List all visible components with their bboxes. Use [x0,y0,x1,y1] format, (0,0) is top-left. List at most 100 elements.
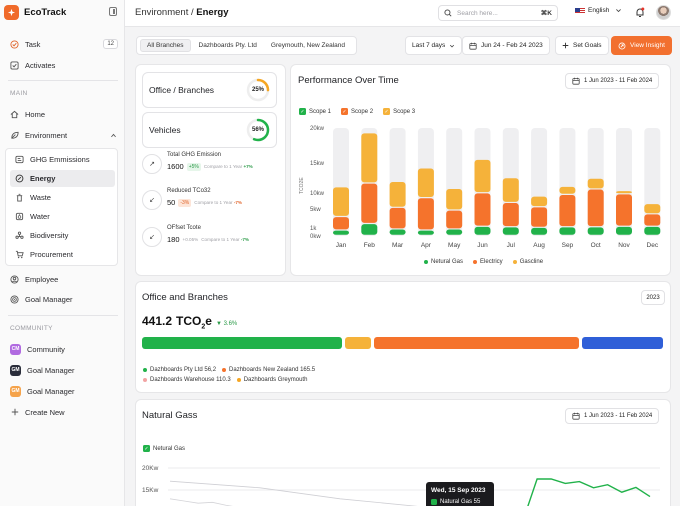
legend-label: Electricy [480,259,503,265]
vehicles-card[interactable]: Vehicles 56% [142,112,277,148]
legend-scope-1[interactable]: ✓ Scope 1 [299,108,331,115]
tooltip-swatch [431,499,437,505]
legend-natural-gas[interactable]: Netural Gas [424,259,463,265]
set-goals-label: Set Goals [573,42,602,49]
search-icon [444,9,452,17]
metric-compare-label: Compare to 1 Year [201,237,240,242]
sub-item-waste[interactable]: Waste [10,189,115,206]
sidebar-item-task[interactable]: Task 12 [10,35,118,53]
segment-warehouse[interactable] [582,337,663,349]
arrow-down-left-icon: ↙ [142,190,162,210]
natural-gas-line-chart: 20Kw 15Kw [142,465,660,506]
tab-all-branches[interactable]: All Branches [140,39,191,52]
bar-scope-3 [361,133,378,183]
legend-gasoline[interactable]: Gascline [512,259,543,265]
search-shortcut: ⌘K [540,10,552,17]
metric-row: 50 -3% Compare to 1 Year -7% [167,198,242,207]
y-axis-label: TCO2E [299,177,305,194]
bar-scope-3 [333,187,349,216]
y-tick-label: 15kw [310,161,325,167]
community-badge-icon: CM [10,343,21,355]
x-tick-label: Jul [507,242,516,249]
period-label: Last 7 days [412,42,446,49]
language-selector[interactable]: English [575,7,622,14]
us-flag-icon [575,7,585,14]
app-name: EcoTrack [24,6,67,18]
legend-scope-2[interactable]: ✓ Scope 2 [341,108,373,115]
legend-electricity[interactable]: Electricy [473,259,503,265]
segment-greymouth[interactable] [345,337,371,349]
breadcrumb-parent[interactable]: Environment [135,7,188,18]
sub-item-ghg-emissions[interactable]: GHG Emmissions [10,151,115,168]
tooltip-date: Wed, 15 Sep 2023 [431,487,486,494]
tooltip-value-row: Natural Gas 55 [431,499,480,505]
bar-scope-3 [559,186,576,194]
brand[interactable]: EcoTrack [4,4,66,20]
office-total-unit: TCO2e [176,314,212,330]
notification-bell-icon[interactable] [635,7,645,18]
sidebar-item-goal-manager-community-2[interactable]: GM Goal Manager [10,382,118,400]
metric-compare: Compare to 1 Year -7% [201,237,249,242]
office-branches-percent: 25% [251,87,264,93]
chevron-down-icon [616,9,622,13]
source-legend: Netural Gas Electricy Gascline [424,259,543,265]
bar-scope-3 [644,204,661,214]
y-tick-label: 1k [310,226,317,232]
date-range-picker[interactable]: Jun 24 - Feb 24 2023 [462,36,550,55]
metric-value: 50 [167,198,176,207]
plus-icon [562,42,569,49]
y-tick-label: 10kw [310,191,325,197]
natural-gas-date-picker[interactable]: 1 Jun 2023 - 11 Feb 2024 [565,408,660,424]
sidebar-item-home[interactable]: Home [10,105,118,123]
sidebar-item-label: Activates [25,60,56,70]
office-branches-title: Office / Branches [149,85,215,95]
sidebar-item-goal-manager-community[interactable]: GM Goal Manager [10,361,118,379]
checkbox-icon: ✓ [143,445,150,452]
sub-item-label: Energy [30,174,56,183]
natural-gas-date-label: 1 Jun 2023 - 11 Feb 2024 [584,413,653,419]
user-avatar[interactable] [656,5,671,20]
year-selector[interactable]: 2023 [641,290,665,305]
tab-dazhboards-pty[interactable]: Dazhboards Pty. Ltd [193,39,263,52]
office-branches-card[interactable]: Office / Branches 25% [142,72,277,108]
bar-scope-2 [644,214,661,226]
sidebar-item-employee[interactable]: Employee [10,270,118,288]
sidebar-item-create-new[interactable]: Create New [10,403,118,421]
bar-scope-1 [474,226,491,235]
legend-dot [222,368,227,372]
vehicles-progress-ring: 56% [246,118,270,142]
sidebar-item-community[interactable]: CM Community [10,340,118,358]
sidebar-item-activates[interactable]: Activates [10,56,118,74]
view-insight-label: View Insight [630,42,665,49]
set-goals-button[interactable]: Set Goals [555,36,609,55]
bar-scope-3 [474,159,491,193]
performance-date-picker[interactable]: 1 Jun 2023 - 11 Feb 2024 [565,73,660,89]
sub-item-energy[interactable]: Energy [10,170,115,187]
legend-label: Netural Gas [153,445,186,452]
office-legend-row-2: Dazhboards Warehouse 110.3 Dazhboards Gr… [143,377,307,383]
sidebar-collapse-icon[interactable] [109,7,117,16]
metric-compare-label: Compare to 1 Year [203,164,243,169]
sidebar-item-goal-manager[interactable]: Goal Manager [10,290,118,308]
chevron-up-icon[interactable] [109,131,118,140]
sidebar-item-label: Home [25,109,46,119]
y-tick-label: 20Kw [142,465,159,472]
sidebar-item-label: Goal Manager [27,386,75,396]
legend-scope-3[interactable]: ✓ Scope 3 [383,108,415,115]
legend-label: Scope 2 [351,108,374,115]
legend-natural-gas-line[interactable]: ✓ Netural Gas [143,445,185,452]
tab-greymouth[interactable]: Greymouth, New Zealand [265,39,351,52]
view-insight-button[interactable]: View Insight [611,36,672,55]
legend-item: Dazhboards Greymouth [236,377,307,383]
legend-item: Dazhboards New Zealand 165.5 [222,367,315,373]
period-dropdown[interactable]: Last 7 days [405,36,463,55]
sidebar-item-environment[interactable]: Environment [10,126,118,144]
bar-scope-2 [417,198,434,230]
metric-value: 180 [167,235,180,244]
sub-item-biodiversity[interactable]: Biodiversity [10,227,115,244]
search-input[interactable]: Search here... ⌘K [438,5,558,21]
segment-dazhboards-pty[interactable] [142,337,342,349]
sub-item-procurement[interactable]: Procurement [10,246,115,263]
segment-new-zealand[interactable] [374,337,579,349]
sub-item-water[interactable]: Water [10,208,115,225]
